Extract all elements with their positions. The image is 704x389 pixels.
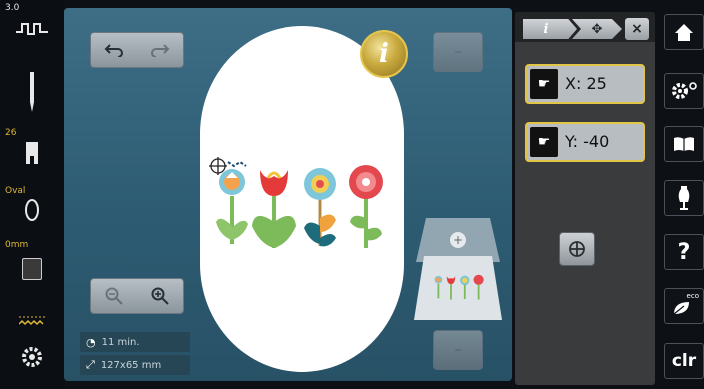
stitch-time-label: 11 min. bbox=[101, 336, 140, 348]
x-position-field[interactable]: ☛ X: 25 bbox=[525, 64, 645, 104]
consultant-button[interactable] bbox=[664, 180, 704, 216]
stitch-pattern-icon[interactable] bbox=[0, 18, 64, 44]
dress-form-icon bbox=[678, 186, 690, 210]
hand-pointer-icon: ☛ bbox=[530, 69, 558, 99]
tab-move[interactable]: ✥ bbox=[572, 19, 622, 39]
hoop-name-label: Oval bbox=[5, 186, 26, 196]
oval-hoop-icon[interactable] bbox=[0, 198, 64, 226]
embroidery-stage: ◔ 11 min. ⤢ 127x65 mm i – – + bbox=[64, 8, 512, 381]
y-position-label: Y: -40 bbox=[565, 132, 610, 151]
book-icon bbox=[674, 137, 694, 151]
flower-design-motif[interactable] bbox=[204, 156, 404, 256]
gear-icon bbox=[672, 82, 697, 99]
close-icon[interactable]: × bbox=[625, 18, 649, 40]
design-layer-preview[interactable] bbox=[414, 256, 502, 320]
thickness-label: 0mm bbox=[5, 240, 29, 250]
tab-info[interactable]: i bbox=[523, 19, 577, 39]
needle-value-label: 26 bbox=[5, 128, 17, 138]
home-icon bbox=[675, 24, 693, 41]
info-button[interactable]: i bbox=[360, 30, 408, 78]
clock-icon: ◔ bbox=[86, 335, 96, 349]
bobbin-thread-icon[interactable] bbox=[0, 312, 64, 331]
home-button[interactable] bbox=[664, 14, 704, 50]
crosshair-center-icon bbox=[569, 241, 585, 257]
move-arrows-icon: ✥ bbox=[591, 21, 603, 37]
stitch-length-label: 3.0 bbox=[5, 3, 20, 13]
help-button[interactable]: ? bbox=[664, 234, 704, 270]
feed-dog-icon[interactable] bbox=[22, 258, 42, 280]
panel-header: i ✥ × bbox=[515, 12, 655, 42]
x-position-label: X: 25 bbox=[565, 74, 607, 93]
plus-icon: + bbox=[453, 233, 463, 247]
thread-tension-icon[interactable] bbox=[0, 346, 64, 372]
design-size-stat: ⤢ 127x65 mm bbox=[80, 355, 190, 375]
design-size-label: 127x65 mm bbox=[100, 359, 162, 371]
y-position-field[interactable]: ☛ Y: -40 bbox=[525, 122, 645, 162]
zoom-in-icon[interactable] bbox=[137, 279, 183, 313]
hand-pointer-icon: ☛ bbox=[530, 127, 558, 157]
eco-button[interactable]: eco bbox=[664, 288, 704, 324]
center-design-button[interactable] bbox=[559, 232, 595, 266]
undo-icon[interactable] bbox=[91, 33, 137, 67]
redo-icon[interactable] bbox=[137, 33, 183, 67]
clear-button[interactable]: clr bbox=[664, 343, 704, 379]
info-icon: i bbox=[379, 39, 389, 69]
stitch-time-stat: ◔ 11 min. bbox=[80, 332, 190, 352]
zoom-group bbox=[90, 278, 184, 314]
info-tab-icon: i bbox=[543, 21, 549, 37]
undo-redo-group bbox=[90, 32, 184, 68]
hoop-up-button[interactable]: – bbox=[433, 32, 483, 72]
zoom-out-icon[interactable] bbox=[91, 279, 137, 313]
tutorial-button[interactable] bbox=[664, 126, 704, 162]
eco-label: eco bbox=[686, 292, 699, 300]
needle-icon[interactable] bbox=[0, 72, 64, 116]
hoop-down-button[interactable]: – bbox=[433, 330, 483, 370]
settings-button[interactable] bbox=[664, 73, 704, 109]
status-column: 3.0 26 Oval 0mm bbox=[0, 0, 64, 389]
presser-foot-icon[interactable] bbox=[0, 142, 64, 168]
move-panel: i ✥ × ☛ X: 25 ☛ Y: -40 bbox=[515, 12, 655, 385]
resize-icon: ⤢ bbox=[86, 358, 95, 371]
